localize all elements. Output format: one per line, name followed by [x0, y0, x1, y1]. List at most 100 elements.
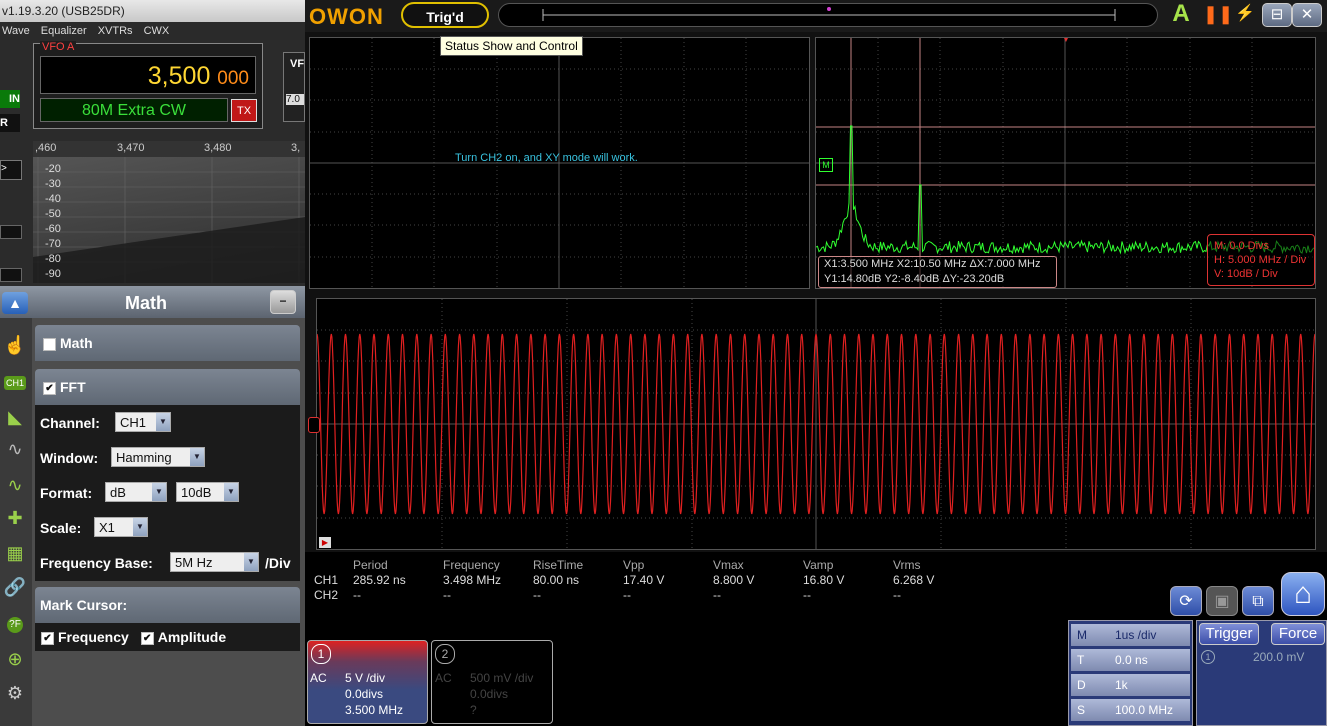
fft-checkbox[interactable]: ✔ [43, 381, 56, 395]
measure-value: -- [893, 588, 901, 602]
window-select[interactable]: Hamming ▼ [111, 447, 205, 467]
db-label: -30 [45, 178, 61, 190]
cursor-cross-icon[interactable]: ✚ [2, 505, 28, 531]
close-window-button[interactable]: ✕ [1292, 3, 1322, 27]
ch2-settings-box[interactable]: 2 AC 500 mV /div 0.0divs ? [431, 640, 553, 724]
vfo-b-freq: 7.0 [286, 94, 304, 105]
ch1-offset: 0.0divs [345, 687, 384, 701]
ch1-number: 1 [311, 644, 331, 664]
frequency-base-select[interactable]: 5M Hz ▼ [170, 552, 259, 572]
side-stub-r[interactable]: R [0, 114, 20, 132]
save-disk-icon[interactable]: ▣ [1206, 586, 1238, 616]
settings-gear-icon[interactable]: ⚙ [2, 680, 28, 706]
vfo-band-mode: 80M Extra CW [40, 98, 228, 122]
math-grid-icon[interactable]: ▦ [2, 540, 28, 566]
math-section-header[interactable]: Math [35, 325, 300, 361]
sdr-menu-bar: Wave Equalizer XVTRs CWX [0, 22, 305, 40]
frequency-base-unit: /Div [265, 555, 291, 571]
auto-set-button[interactable]: A [1168, 2, 1194, 27]
channel-select[interactable]: CH1 ▼ [115, 412, 171, 432]
fft-checkbox-label: FFT [60, 379, 86, 395]
hand-pointer-icon[interactable]: ☝ [2, 332, 28, 358]
ch1-icon[interactable]: CH1 [2, 370, 28, 396]
scale-select[interactable]: X1 ▼ [94, 517, 148, 537]
side-stub-in[interactable]: IN [0, 90, 20, 108]
math-checkbox[interactable] [43, 337, 56, 351]
spectrum-tick: 3, [291, 142, 301, 154]
home-icon[interactable]: ⌂ [1281, 572, 1325, 616]
collapse-arrow-up-icon[interactable]: ▲ [2, 292, 28, 314]
db-label: -60 [45, 223, 61, 235]
fft-screen[interactable]: M X1:3.500 MHz X2:10.50 MHz ΔX:7.000 MHz… [815, 37, 1316, 289]
timebase-key: M [1077, 628, 1087, 642]
frequency-cursor-checkbox[interactable]: ✔ [41, 631, 54, 645]
timebase-value: 0.0 ns [1115, 653, 1148, 667]
timebase-box[interactable]: M 1us /div T 0.0 ns D 1k S 100.0 MHz [1068, 620, 1193, 726]
scale-select-value: X1 [99, 520, 115, 535]
trigger-position-marker[interactable]: ▶ [319, 537, 331, 548]
timebase-row-d[interactable]: D 1k [1071, 674, 1190, 696]
timebase-row-s[interactable]: S 100.0 MHz [1071, 699, 1190, 721]
fft-section-header[interactable]: ✔ FFT [35, 369, 300, 405]
chevron-down-icon: ▼ [133, 518, 147, 536]
xy-mode-screen[interactable]: Turn CH2 on, and XY mode will work. [309, 37, 810, 289]
horizontal-position-track[interactable] [498, 3, 1158, 27]
force-button[interactable]: Force [1271, 623, 1325, 645]
trigger-status-button[interactable]: Trig'd [401, 2, 489, 28]
menu-cwx[interactable]: CWX [144, 25, 170, 37]
display-settings-icon[interactable]: ⧉ [1242, 586, 1274, 616]
measure-wave-icon[interactable]: ∿ [2, 472, 28, 498]
format-label: Format: [40, 485, 93, 501]
menu-xvtrs[interactable]: XVTRs [98, 25, 133, 37]
chevron-down-icon: ▼ [152, 483, 166, 501]
panadapter-spectrum[interactable] [33, 157, 305, 283]
fft-settings-readout[interactable]: M: 0.0 Divs H: 5.000 MHz / Div V: 10dB /… [1207, 234, 1315, 286]
link-icon[interactable]: 🔗 [2, 574, 28, 600]
side-arrow-button[interactable]: > [0, 160, 22, 180]
measure-header: RiseTime [533, 558, 584, 572]
help-icon[interactable]: ?F [2, 612, 28, 638]
spectrum-tick: 3,480 [204, 142, 232, 154]
amplitude-cursor-checkbox[interactable]: ✔ [140, 631, 154, 645]
ch1-settings-box[interactable]: 1 AC 5 V /div 0.0divs 3.500 MHz [307, 640, 428, 724]
format-select[interactable]: dB ▼ [105, 482, 167, 502]
timebase-row-t[interactable]: T 0.0 ns [1071, 649, 1190, 671]
channel-label: Channel: [40, 415, 100, 431]
frequency-cursor-label: Frequency [58, 629, 129, 645]
zoom-icon[interactable]: ⊕ [2, 646, 28, 672]
ch2-offset: 0.0divs [470, 687, 509, 701]
measure-value: 6.268 V [893, 573, 935, 587]
status-tooltip: Status Show and Control [440, 36, 583, 56]
menu-wave[interactable]: Wave [2, 25, 30, 37]
vfo-b-panel: VF 7.0 [283, 52, 305, 122]
spectrum-frequency-axis: ,460 3,470 3,480 3, [33, 141, 305, 157]
channel-select-value: CH1 [120, 415, 147, 430]
measure-value: 17.40 V [623, 573, 665, 587]
db-label: -70 [45, 238, 61, 250]
vfo-freq-main: 3,500 [147, 62, 211, 90]
spectrum-grid [33, 157, 305, 283]
vfo-frequency-display[interactable]: 3,500 000 [40, 56, 256, 94]
refresh-icon[interactable]: ⟳ [1170, 586, 1202, 616]
measure-value: -- [713, 588, 721, 602]
restore-window-button[interactable]: ⊟ [1262, 3, 1292, 27]
math-panel-minimize-button[interactable]: − [270, 290, 296, 314]
tx-button[interactable]: TX [231, 99, 257, 122]
measure-row-label: CH2 [314, 588, 339, 602]
timebase-row-m[interactable]: M 1us /div [1071, 624, 1190, 646]
mark-cursor-label: Mark Cursor: [40, 597, 128, 613]
timebase-value: 100.0 MHz [1115, 703, 1174, 717]
menu-equalizer[interactable]: Equalizer [41, 25, 87, 37]
mark-cursor-section: ✔ Frequency ✔ Amplitude [35, 623, 300, 651]
trigger-box[interactable]: Trigger Force 1 200.0 mV [1196, 620, 1327, 726]
trigger-button[interactable]: Trigger [1199, 623, 1259, 645]
format-scale-select[interactable]: 10dB ▼ [176, 482, 239, 502]
fft-marker-m[interactable]: M [819, 158, 833, 172]
waveform-icon[interactable]: ∿ [2, 436, 28, 462]
measure-row-label: CH1 [314, 573, 339, 587]
pause-button[interactable]: ❚❚ [1203, 3, 1233, 27]
main-waveform-screen[interactable]: ▶ [308, 298, 1316, 550]
waveform-plot [317, 299, 1315, 549]
triangle-trigger-icon[interactable]: ◣ [2, 404, 28, 430]
ch1-level-marker[interactable] [308, 417, 320, 433]
